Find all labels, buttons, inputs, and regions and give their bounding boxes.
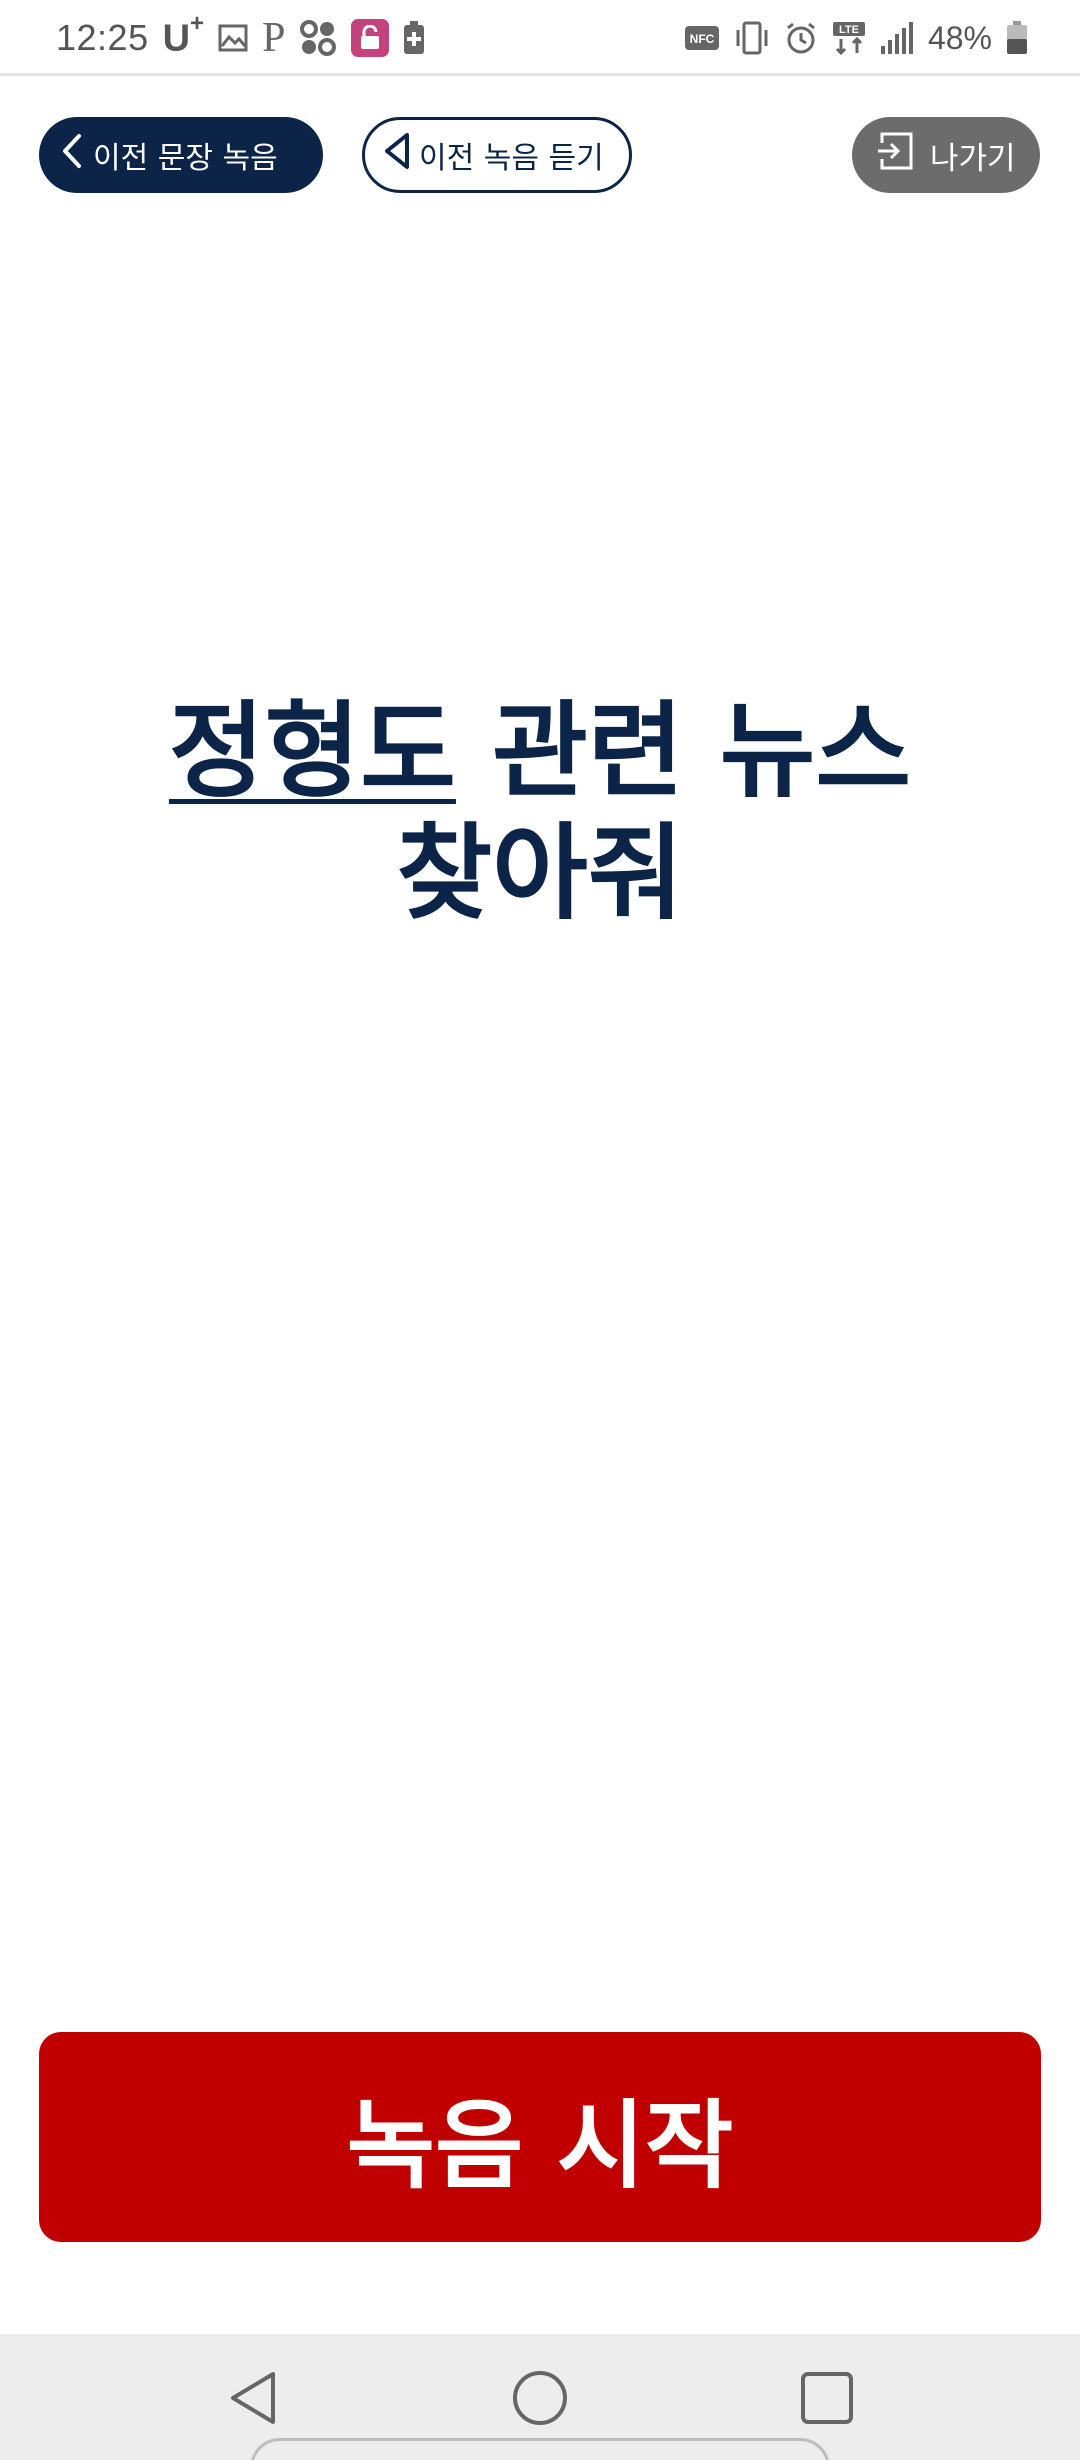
p-icon: P	[262, 15, 286, 61]
grid-icon	[299, 19, 337, 57]
svg-text:NFC: NFC	[690, 32, 715, 46]
vibrate-icon	[734, 21, 770, 55]
prev-sentence-button[interactable]: 이전 문장 녹음	[39, 117, 323, 193]
nav-back-button[interactable]	[223, 2368, 283, 2428]
status-time: 12:25	[56, 17, 149, 58]
battery-plus-icon	[403, 21, 425, 55]
navigation-bar	[0, 2334, 1080, 2460]
sentence-rest: 관련 뉴스	[455, 690, 912, 812]
nfc-icon: NFC	[684, 25, 720, 51]
svg-text:LTE: LTE	[839, 24, 859, 36]
back-triangle-icon	[231, 2372, 275, 2424]
exit-icon	[876, 131, 914, 179]
sentence-line-2: 찾아줘	[396, 812, 684, 934]
image-icon	[218, 24, 248, 52]
record-start-label: 녹음 시작	[346, 2089, 734, 2202]
recent-square-icon	[801, 2372, 853, 2424]
prev-sentence-label: 이전 문장 녹음	[93, 141, 278, 176]
record-start-button[interactable]: 녹음 시작	[39, 2032, 1041, 2242]
chevron-left-icon	[61, 133, 83, 177]
prev-listen-button[interactable]: 이전 녹음 듣기	[362, 117, 632, 193]
exit-button[interactable]: 나가기	[852, 117, 1040, 193]
lte-icon: LTE	[832, 21, 866, 55]
battery-percent: 48%	[927, 19, 992, 56]
carrier-label: U+	[162, 9, 205, 60]
nav-recent-button[interactable]	[797, 2368, 857, 2428]
nav-home-button[interactable]	[510, 2368, 570, 2428]
play-back-icon	[383, 132, 411, 178]
signal-icon	[880, 22, 914, 54]
alarm-icon	[784, 21, 818, 55]
highlighted-word: 정형도	[168, 690, 456, 812]
lock-icon	[351, 19, 390, 57]
exit-label: 나가기	[930, 140, 1016, 177]
prev-listen-label: 이전 녹음 듣기	[419, 141, 604, 176]
home-circle-icon	[513, 2371, 567, 2425]
battery-icon	[1006, 21, 1028, 55]
status-bar: 12:25 U+ P NFC LTE 48%	[0, 0, 1080, 76]
target-sentence: 정형도 관련 뉴스 찾아줘	[80, 690, 1000, 934]
sentence-line-1: 정형도 관련 뉴스	[80, 690, 1000, 812]
gesture-handle[interactable]	[250, 2438, 830, 2460]
